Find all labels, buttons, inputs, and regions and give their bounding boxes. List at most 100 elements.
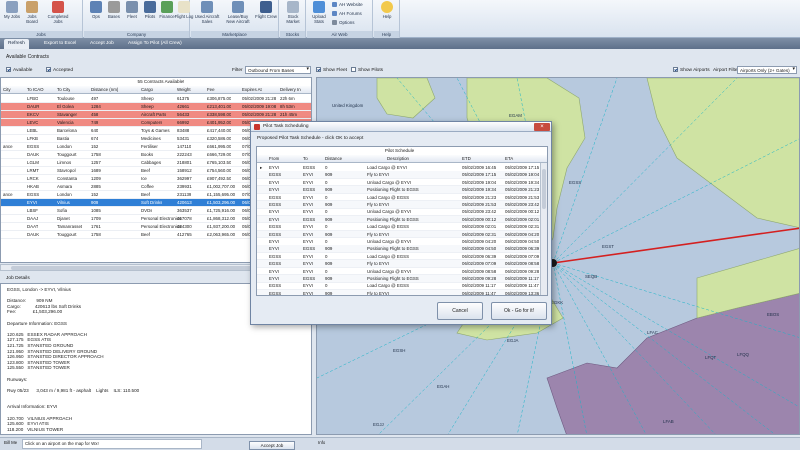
upload-stats-button[interactable]: Upload Stats <box>309 1 329 30</box>
ribbon-group-label: Help <box>374 31 399 38</box>
ops-button[interactable]: Ops <box>86 1 106 30</box>
scroll-thumb[interactable] <box>542 169 546 209</box>
forum-icon <box>332 11 337 17</box>
filter-dropdown[interactable]: Outbound From Bases <box>245 66 311 74</box>
table-cell: LFKB <box>27 136 38 141</box>
table-cell: Stavanger <box>57 112 78 117</box>
schedule-cell: 06/02/2009 04:50 <box>462 246 497 252</box>
schedule-cell: 05/02/2009 19:34 <box>462 187 497 193</box>
column-header[interactable]: Weight <box>177 86 191 94</box>
options-button[interactable]: Options <box>332 19 355 26</box>
available-checkbox[interactable]: Available <box>6 66 32 75</box>
schedule-cell: 05/02/2009 19:04 <box>505 172 540 178</box>
table-cell: 1761 <box>91 224 101 229</box>
table-cell: Asmara <box>57 184 73 189</box>
column-header[interactable]: Delivery In <box>280 86 301 94</box>
table-cell: Touggourt <box>57 232 77 237</box>
schedule-cell: EYVI <box>303 194 314 200</box>
export-excel-tab[interactable]: Export to Excel <box>40 39 80 49</box>
table-cell: Medicines <box>141 136 161 141</box>
table-cell: Toulouse <box>57 96 75 101</box>
table-cell: LGLM <box>27 160 39 165</box>
table-cell: £661,995.00 <box>207 144 232 149</box>
jobs-board-button[interactable]: Jobs Board <box>22 1 42 30</box>
lease-buy-button[interactable]: Lease/Buy New Aircraft <box>223 1 253 30</box>
show-pilots-checkbox[interactable]: Show Pilots <box>351 66 383 75</box>
stock-market-button[interactable]: Stock Market <box>283 1 303 30</box>
flight-crew-button[interactable]: Flight Crew <box>255 1 277 30</box>
fleet-button[interactable]: Fleet <box>122 1 142 30</box>
refresh-tab[interactable]: Refresh <box>4 39 29 49</box>
help-button[interactable]: Help <box>377 1 397 30</box>
table-row[interactable]: LFBO Toulouse 497 Sheep 61375 £306,875.00 05/0… <box>1 95 311 103</box>
dialog-title-bar[interactable]: Pilot Task Scheduling × <box>251 122 551 132</box>
table-row[interactable]: EKCV Stavanger 458 Aircraft Parts 56433 £338,… <box>1 111 311 119</box>
money-icon <box>161 1 173 13</box>
map-label: EGJJ <box>373 422 384 427</box>
ah-forums-link[interactable]: AH Forums <box>332 10 362 17</box>
airport-filter-dropdown[interactable]: Airports Only (2+ Gates) <box>737 66 797 74</box>
map-label: EGSH <box>393 348 405 353</box>
table-cell: LFBO <box>27 96 39 101</box>
column-header[interactable]: Cargo <box>141 86 153 94</box>
schedule-cell: EYVI <box>303 268 314 274</box>
column-header[interactable]: To ICAO <box>27 86 44 94</box>
schedule-cell: 06/02/2009 07:09 <box>462 261 497 267</box>
my-jobs-button[interactable]: My Jobs <box>2 1 22 30</box>
table-cell: DAAT <box>27 224 39 229</box>
table-cell: £417,440.00 <box>207 128 232 133</box>
table-row[interactable]: DAUR El Golea 1284 Sheep 42661 £213,401.00 05/… <box>1 103 311 111</box>
completed-jobs-button[interactable]: Completed Jobs <box>44 1 72 30</box>
detail-line: 118.200 VILNIUS TOWER <box>7 426 64 432</box>
close-icon[interactable]: × <box>534 123 550 131</box>
schedule-cell: 05/02/2009 21:23 <box>505 187 540 193</box>
column-header[interactable]: ETD <box>462 155 471 162</box>
table-cell: 83488 <box>177 128 190 133</box>
column-header[interactable]: Distance <box>325 155 342 162</box>
table-cell: EKCV <box>27 112 39 117</box>
table-cell: 22h 6m <box>280 96 295 101</box>
schedule-cell: 06/02/2009 00:12 <box>462 216 497 222</box>
column-header[interactable]: Fee <box>207 86 215 94</box>
table-cell: £1,725,916.00 <box>207 208 236 213</box>
bases-button[interactable]: Bases <box>104 1 124 30</box>
table-cell: Toys & Games <box>141 128 170 133</box>
assign-pilot-tab[interactable]: Assign To Pilot (All Crew) <box>124 39 186 49</box>
table-cell: 484300 <box>177 224 192 229</box>
column-header[interactable]: Expires At <box>242 86 262 94</box>
schedule-cell: 06/02/2009 02:31 <box>462 231 497 237</box>
schedule-cell: 06/02/2009 04:50 <box>505 239 540 244</box>
ah-website-link[interactable]: AH Website <box>332 1 363 8</box>
schedule-row[interactable]: EGSS EYVI 909 Fly to EYVI 06/02/2009 11:47 06… <box>257 289 542 295</box>
show-airports-checkbox[interactable]: Show Airports <box>673 66 710 75</box>
schedule-cell: Load Cargo @ EGSS <box>367 194 410 200</box>
column-header[interactable]: To City <box>57 86 70 94</box>
column-header[interactable]: City <box>3 86 11 94</box>
schedule-cell: 06/02/2009 11:47 <box>505 283 539 289</box>
column-header[interactable]: From <box>269 155 279 162</box>
schedule-cell: 06/02/2009 04:20 <box>505 231 540 237</box>
schedule-vertical-scrollbar[interactable] <box>540 163 547 295</box>
table-cell: Bastia <box>57 136 70 141</box>
show-fleet-checkbox[interactable]: Show Fleet <box>316 66 347 75</box>
column-header[interactable]: Description <box>387 155 409 162</box>
used-aircraft-sales-button[interactable]: Used Aircraft Sales <box>193 1 221 30</box>
accept-job-tab[interactable]: Accept Job <box>86 39 118 49</box>
schedule-cell: EYVI <box>303 179 314 185</box>
map-label: SEQB <box>585 274 597 279</box>
scroll-thumb[interactable] <box>11 266 281 270</box>
ok-go-button[interactable]: Ok - Go for it! <box>491 302 547 320</box>
table-cell: 218801 <box>177 160 192 165</box>
accepted-checkbox[interactable]: Accepted <box>46 66 73 75</box>
column-header[interactable]: To <box>303 155 308 162</box>
map-label: EGAM <box>509 113 522 118</box>
column-header[interactable]: Distance (nm) <box>91 86 118 94</box>
airplane-new-icon <box>232 1 244 13</box>
map-label: EBOS <box>767 312 779 317</box>
table-cell: Tamanrasset <box>57 224 83 229</box>
cancel-button[interactable]: Cancel <box>437 302 483 320</box>
column-header[interactable]: ETA <box>505 155 513 162</box>
ribbon-group-marketplace: Used Aircraft Sales Lease/Buy New Aircra… <box>191 0 279 38</box>
weather-hint-field: Click on an airport on the map for Wx! <box>22 439 202 449</box>
accept-job-button[interactable]: Accept Job <box>249 441 295 450</box>
